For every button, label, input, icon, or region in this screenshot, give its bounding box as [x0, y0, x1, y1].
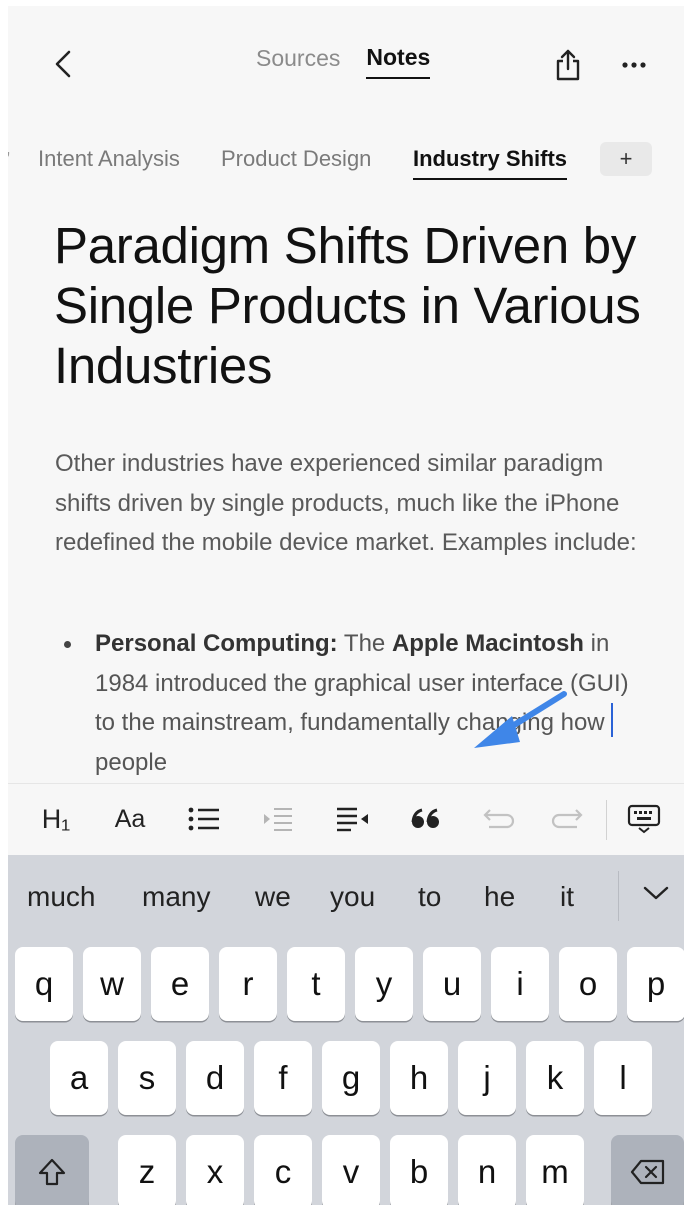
key-h[interactable]: h — [390, 1041, 448, 1115]
backspace-icon — [630, 1159, 664, 1185]
document-paragraph[interactable]: Other industries have experienced simila… — [55, 444, 645, 563]
heading-icon: H₁ — [41, 803, 71, 834]
key-s[interactable]: s — [118, 1041, 176, 1115]
back-button[interactable] — [48, 44, 78, 84]
bullet-list-icon — [188, 807, 219, 831]
outdent-button[interactable] — [328, 798, 376, 840]
font-style-icon: Aa — [114, 804, 146, 833]
share-icon — [556, 49, 580, 81]
quote-icon — [411, 808, 439, 828]
delete-key[interactable] — [611, 1135, 684, 1205]
key-u[interactable]: u — [423, 947, 481, 1021]
undo-icon — [483, 809, 515, 829]
shift-icon — [38, 1158, 66, 1186]
suggestion-bar: much many we you to he it — [8, 855, 684, 933]
indent-button[interactable] — [254, 798, 302, 840]
suggestion-word[interactable]: we — [255, 881, 291, 913]
tab-sources[interactable]: Sources — [256, 45, 340, 78]
tab-intent-analysis[interactable]: Intent Analysis — [38, 146, 180, 178]
key-k[interactable]: k — [526, 1041, 584, 1115]
view-switcher: Sources Notes — [256, 44, 431, 79]
bullet-list-button[interactable] — [180, 798, 228, 840]
chevron-left-icon — [55, 50, 71, 78]
key-x[interactable]: x — [186, 1135, 244, 1205]
suggestion-divider — [618, 871, 619, 921]
quote-button[interactable] — [402, 798, 450, 840]
tab-notes[interactable]: Notes — [366, 44, 431, 79]
key-r[interactable]: r — [219, 947, 277, 1021]
key-g[interactable]: g — [322, 1041, 380, 1115]
bullet-text-part: The — [337, 630, 392, 657]
add-tab-button[interactable]: + — [600, 142, 652, 176]
suggestion-word[interactable]: to — [418, 881, 441, 913]
document-title[interactable]: Paradigm Shifts Driven by Single Product… — [54, 216, 654, 396]
suggestion-word[interactable]: you — [330, 881, 375, 913]
shift-key[interactable] — [15, 1135, 89, 1205]
format-toolbar: H₁ Aa — [8, 783, 684, 855]
key-m[interactable]: m — [526, 1135, 584, 1205]
keyboard: much many we you to he it q w e r t y u … — [8, 855, 684, 1205]
key-t[interactable]: t — [287, 947, 345, 1021]
key-j[interactable]: j — [458, 1041, 516, 1115]
indent-icon — [264, 808, 292, 831]
suggestion-word[interactable]: it — [560, 881, 574, 913]
key-f[interactable]: f — [254, 1041, 312, 1115]
notes-screen: Sources Notes ʼ Intent Analysis Product … — [8, 6, 684, 1205]
key-l[interactable]: l — [594, 1041, 652, 1115]
tab-industry-shifts[interactable]: Industry Shifts — [413, 146, 568, 180]
toolbar-divider — [606, 800, 607, 840]
font-style-button[interactable]: Aa — [106, 798, 154, 840]
chevron-down-icon — [643, 886, 669, 900]
expand-suggestions-button[interactable] — [636, 873, 676, 913]
key-c[interactable]: c — [254, 1135, 312, 1205]
note-tabs: ʼ Intent Analysis Product Design Industr… — [8, 142, 684, 186]
key-y[interactable]: y — [355, 947, 413, 1021]
keyboard-dismiss-icon — [627, 804, 661, 834]
bullet-dot — [64, 641, 71, 648]
key-n[interactable]: n — [458, 1135, 516, 1205]
more-button[interactable] — [614, 44, 654, 86]
heading-button[interactable]: H₁ — [32, 798, 80, 840]
key-v[interactable]: v — [322, 1135, 380, 1205]
key-o[interactable]: o — [559, 947, 617, 1021]
tab-product-design[interactable]: Product Design — [221, 146, 371, 178]
redo-icon — [551, 809, 583, 829]
key-e[interactable]: e — [151, 947, 209, 1021]
redo-button[interactable] — [544, 798, 592, 840]
text-cursor — [611, 703, 614, 737]
bullet-label: Personal Computing: — [95, 630, 338, 657]
suggestion-word[interactable]: many — [142, 881, 210, 913]
annotation-arrow-icon — [474, 691, 567, 748]
previous-tab-edge[interactable]: ʼ — [8, 150, 10, 173]
key-p[interactable]: p — [627, 947, 684, 1021]
more-horizontal-icon — [622, 62, 646, 68]
key-q[interactable]: q — [15, 947, 73, 1021]
key-w[interactable]: w — [83, 947, 141, 1021]
top-bar: Sources Notes — [8, 6, 684, 116]
key-z[interactable]: z — [118, 1135, 176, 1205]
undo-button[interactable] — [474, 798, 522, 840]
bullet-text-part: people — [95, 748, 168, 776]
suggestion-word[interactable]: much — [27, 881, 95, 913]
key-i[interactable]: i — [491, 947, 549, 1021]
dismiss-keyboard-button[interactable] — [620, 798, 668, 840]
share-button[interactable] — [548, 44, 588, 86]
bullet-product: Apple Macintosh — [391, 630, 584, 657]
suggestion-word[interactable]: he — [484, 881, 515, 913]
outdent-icon — [337, 807, 368, 832]
key-b[interactable]: b — [390, 1135, 448, 1205]
key-d[interactable]: d — [186, 1041, 244, 1115]
key-a[interactable]: a — [50, 1041, 108, 1115]
